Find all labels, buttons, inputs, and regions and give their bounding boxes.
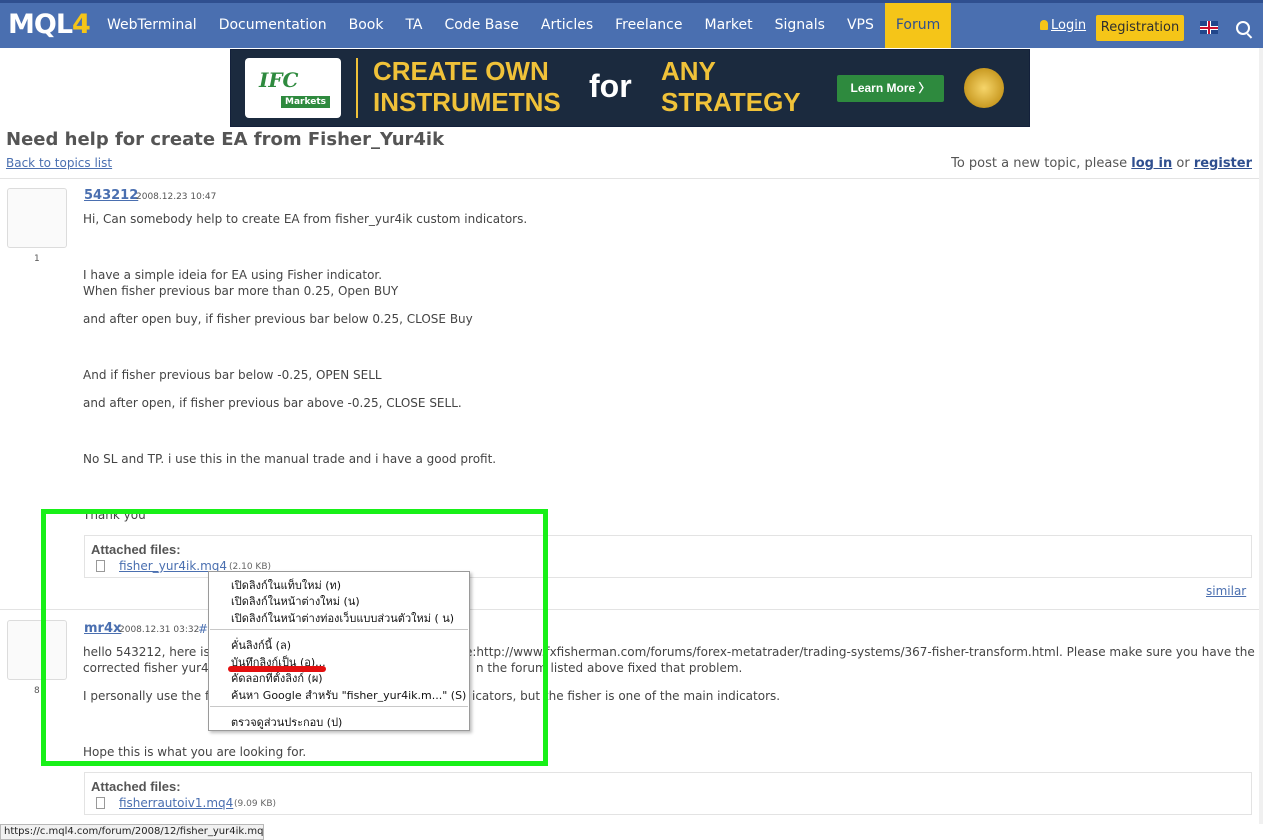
registration-button[interactable]: Registration: [1096, 15, 1184, 41]
nav-documentation[interactable]: Documentation: [208, 3, 338, 48]
nav-book[interactable]: Book: [338, 3, 395, 48]
nav-webterminal[interactable]: WebTerminal: [96, 3, 208, 48]
file-icon: [96, 797, 105, 809]
nav-market[interactable]: Market: [694, 3, 764, 48]
post-topic-hint: To post a new topic, please log in or re…: [951, 156, 1252, 171]
post-line: e:http://www.fxfisherman.com/forums/fore…: [465, 645, 1255, 659]
mql4-logo[interactable]: MQL4: [8, 9, 91, 40]
uk-flag-icon[interactable]: [1200, 21, 1218, 34]
banner-connector: for: [589, 68, 632, 104]
banner-divider: [356, 58, 358, 118]
post-date: 2008.12.23 10:47: [136, 192, 217, 202]
attachment-link[interactable]: fisherrautoiv1.mq4: [119, 796, 233, 810]
similar-link[interactable]: similar: [1206, 584, 1246, 598]
green-highlight-box: [41, 509, 548, 766]
search-icon[interactable]: [1236, 21, 1250, 35]
attachments-title: Attached files:: [91, 779, 181, 794]
status-bar-url: https://c.mql4.com/forum/2008/12/fisher_…: [0, 824, 264, 840]
scrollbar[interactable]: [1259, 48, 1263, 824]
post-line: and after open buy, if fisher previous b…: [83, 312, 473, 326]
banner-headline-left: CREATE OWN INSTRUMETNS: [373, 56, 561, 117]
login-inline-link[interactable]: log in: [1131, 156, 1172, 171]
nav-signals[interactable]: Signals: [764, 3, 836, 48]
post-line: and after open, if fisher previous bar a…: [83, 396, 462, 410]
user-rank: 8: [34, 686, 40, 696]
post-line: And if fisher previous bar below -0.25, …: [83, 368, 382, 382]
nav-ta[interactable]: TA: [394, 3, 433, 48]
top-navbar: MQL4 WebTerminal Documentation Book TA C…: [0, 0, 1263, 48]
user-icon: [1040, 20, 1048, 30]
nav-code-base[interactable]: Code Base: [434, 3, 530, 48]
nav-freelance[interactable]: Freelance: [604, 3, 693, 48]
user-rank: 1: [34, 254, 40, 264]
file-size: (9.09 KB): [234, 799, 276, 809]
main-nav: WebTerminal Documentation Book TA Code B…: [96, 3, 952, 48]
post-author[interactable]: 543212: [84, 188, 138, 203]
back-to-topics-link[interactable]: Back to topics list: [6, 156, 112, 170]
register-inline-link[interactable]: register: [1194, 156, 1252, 171]
ad-banner[interactable]: IFC Markets CREATE OWN INSTRUMETNS for AN…: [230, 49, 1030, 127]
banner-headline-right: ANY STRATEGY: [661, 56, 801, 117]
nav-forum[interactable]: Forum: [884, 3, 952, 48]
ifc-markets-logo: IFC Markets: [245, 58, 341, 118]
nav-vps[interactable]: VPS: [836, 3, 885, 48]
avatar[interactable]: [7, 188, 67, 248]
post-line: No SL and TP. i use this in the manual t…: [83, 452, 497, 466]
post-line: I have a simple ideia for EA using Fishe…: [83, 268, 383, 282]
nav-articles[interactable]: Articles: [530, 3, 604, 48]
post-line: Hi, Can somebody help to create EA from …: [83, 212, 528, 226]
learn-more-button[interactable]: Learn More 〉: [837, 75, 944, 102]
login-link[interactable]: Login: [1040, 18, 1086, 33]
award-medal-icon: [964, 68, 1004, 108]
divider: [0, 178, 1263, 179]
attachments-box: Attached files: fisherrautoiv1.mq4 (9.09…: [84, 772, 1252, 815]
post-line: When fisher previous bar more than 0.25,…: [83, 284, 399, 298]
page-title: Need help for create EA from Fisher_Yur4…: [6, 129, 445, 150]
